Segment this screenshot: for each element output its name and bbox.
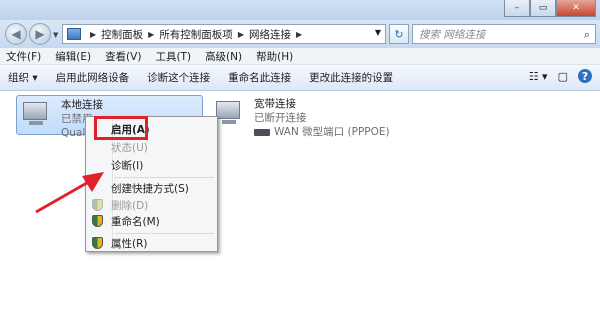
- arrow-head: [82, 172, 104, 192]
- arrow-shaft: [35, 178, 93, 214]
- annotation-arrow: [35, 172, 104, 214]
